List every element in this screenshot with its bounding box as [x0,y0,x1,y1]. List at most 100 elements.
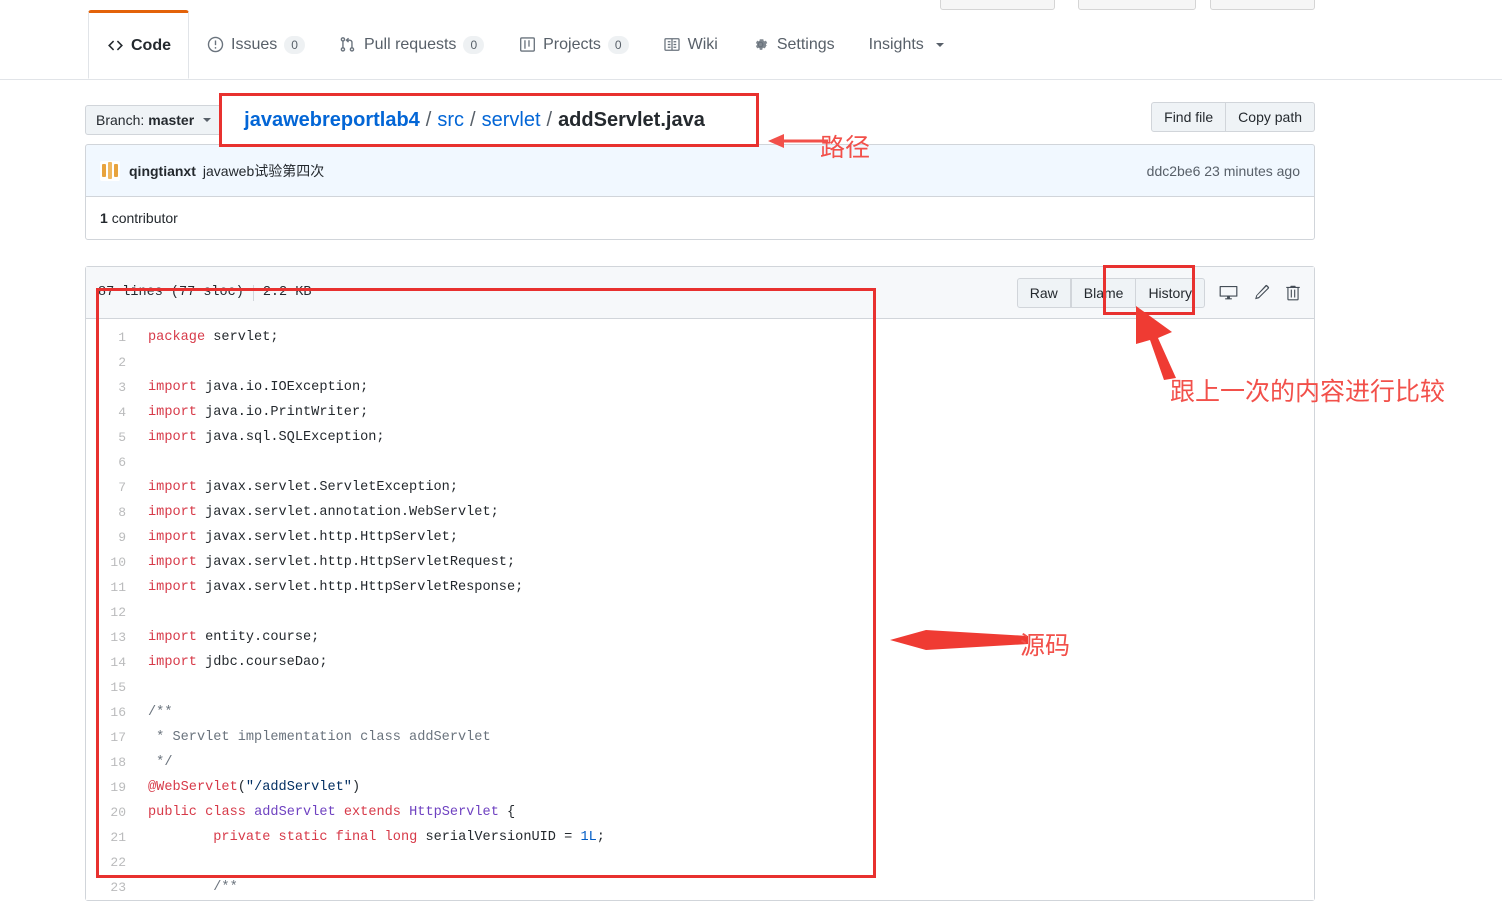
annotation-label-path: 路径 [820,133,871,162]
line-number[interactable]: 23 [86,875,138,900]
line-number[interactable]: 4 [86,400,138,425]
line-number[interactable]: 1 [86,325,138,350]
breadcrumb-link[interactable]: src [437,109,464,132]
commit-meta: ddc2be6 23 minutes ago [1147,163,1300,179]
tab-counter: 0 [607,35,629,54]
tab-label: Code [131,36,171,54]
line-number[interactable]: 19 [86,775,138,800]
tab-projects[interactable]: Projects 0 [501,10,645,79]
ghost-button-2 [1078,0,1196,10]
code-token: javax.servlet.ServletException; [196,480,458,495]
history-button[interactable]: History [1136,277,1205,308]
project-icon [518,36,536,54]
ghost-button-3 [1210,0,1315,10]
raw-button[interactable]: Raw [1016,277,1071,308]
tab-settings[interactable]: Settings [735,10,852,79]
pencil-icon[interactable] [1252,284,1270,302]
tab-insights[interactable]: Insights [852,10,961,79]
copy-path-button[interactable]: Copy path [1226,102,1315,132]
code-line: 15 [86,675,1314,700]
line-number[interactable]: 14 [86,650,138,675]
line-number[interactable]: 8 [86,500,138,525]
line-number[interactable]: 12 [86,600,138,625]
trash-icon[interactable] [1284,284,1302,302]
code-token: 1L [580,830,597,845]
blob-header: 87 lines (77 sloc) 2.2 KB Raw Blame Hist… [86,267,1314,319]
code-token: import [148,555,197,570]
code-token: javax.servlet.http.HttpServlet; [196,530,458,545]
code-token: import [148,480,197,495]
breadcrumb-link[interactable]: javawebreportlab4 [244,109,420,132]
code-line: 17 * Servlet implementation class addSer… [86,725,1314,750]
commit-message[interactable]: javaweb试验第四次 [203,161,324,181]
line-number[interactable]: 7 [86,475,138,500]
commit-sha[interactable]: ddc2be6 [1147,163,1201,179]
line-number[interactable]: 10 [86,550,138,575]
breadcrumb: javawebreportlab4/src / servlet / addServlet… [244,109,705,132]
tab-label: Insights [868,35,924,53]
code-token: private [213,830,271,845]
tab-label: Pull requests [363,35,457,53]
tab-wiki[interactable]: Wiki [646,10,735,79]
tab-code[interactable]: Code [88,10,189,79]
tab-pull-requests[interactable]: Pull requests 0 [322,10,501,79]
code-token: jdbc.courseDao; [196,655,328,670]
line-number[interactable]: 2 [86,350,138,375]
line-number[interactable]: 16 [86,700,138,725]
line-number[interactable]: 3 [86,375,138,400]
desktop-icon[interactable] [1219,283,1238,302]
code-line: 19 @WebServlet("/addServlet") [86,775,1314,800]
line-content: @WebServlet("/addServlet") [138,775,360,800]
code-token: java.io.PrintWriter; [196,405,369,420]
code-content[interactable]: 1 package servlet; 2 3 import java.io.IOExce… [86,319,1314,900]
branch-name-label: master [148,112,195,128]
code-line: 22 [86,850,1314,875]
code-token: javax.servlet.http.HttpServletRequest; [196,555,516,570]
line-content: import java.io.PrintWriter; [138,400,368,425]
code-token: java.io.IOException; [196,380,369,395]
line-number[interactable]: 6 [86,450,138,475]
blob-actions: Raw Blame History [1016,277,1302,308]
line-number[interactable]: 21 [86,825,138,850]
commit-author[interactable]: qingtianxt [129,163,196,179]
line-content: import javax.servlet.ServletException; [138,475,458,500]
branch-select-button[interactable]: Branch: master [85,105,223,135]
code-token: ) [351,780,361,795]
breadcrumb-link[interactable]: servlet [482,109,541,132]
code-line: 23 /** [86,875,1314,900]
tab-issues[interactable]: Issues 0 [189,10,322,79]
line-number[interactable]: 5 [86,425,138,450]
contributor-label[interactable]: contributor [112,210,178,226]
code-token: final [335,830,377,845]
blame-button[interactable]: Blame [1070,277,1137,308]
code-line: 21 private static final long serialVersi… [86,825,1314,850]
code-line: 20 public class addServlet extends HttpSe… [86,800,1314,825]
code-line: 11 import javax.servlet.http.HttpServletR… [86,575,1314,600]
code-token: addServlet [254,805,336,820]
code-icon [106,37,124,55]
line-number[interactable]: 20 [86,800,138,825]
line-number[interactable]: 15 [86,675,138,700]
blob-file-size: 2.2 KB [262,285,312,300]
line-number[interactable]: 18 [86,750,138,775]
code-line: 9 import javax.servlet.http.HttpServlet; [86,525,1314,550]
ghost-button-1 [940,0,1055,10]
line-number[interactable]: 13 [86,625,138,650]
find-file-button[interactable]: Find file [1151,102,1227,132]
repo-nav: Code Issues 0 Pull requests 0 Projects 0 Wiki Se… [0,10,1502,80]
line-number[interactable]: 9 [86,525,138,550]
branch-prefix-label: Branch: [96,112,145,128]
code-line: 5 import java.sql.SQLException; [86,425,1314,450]
code-token: import [148,630,197,645]
top-cutoff-strip [0,0,1502,10]
code-line: 2 [86,350,1314,375]
line-number[interactable]: 22 [86,850,138,875]
code-token: javax.servlet.http.HttpServletResponse; [196,580,524,595]
line-number[interactable]: 11 [86,575,138,600]
line-number[interactable]: 17 [86,725,138,750]
code-token: @WebServlet [148,780,238,795]
